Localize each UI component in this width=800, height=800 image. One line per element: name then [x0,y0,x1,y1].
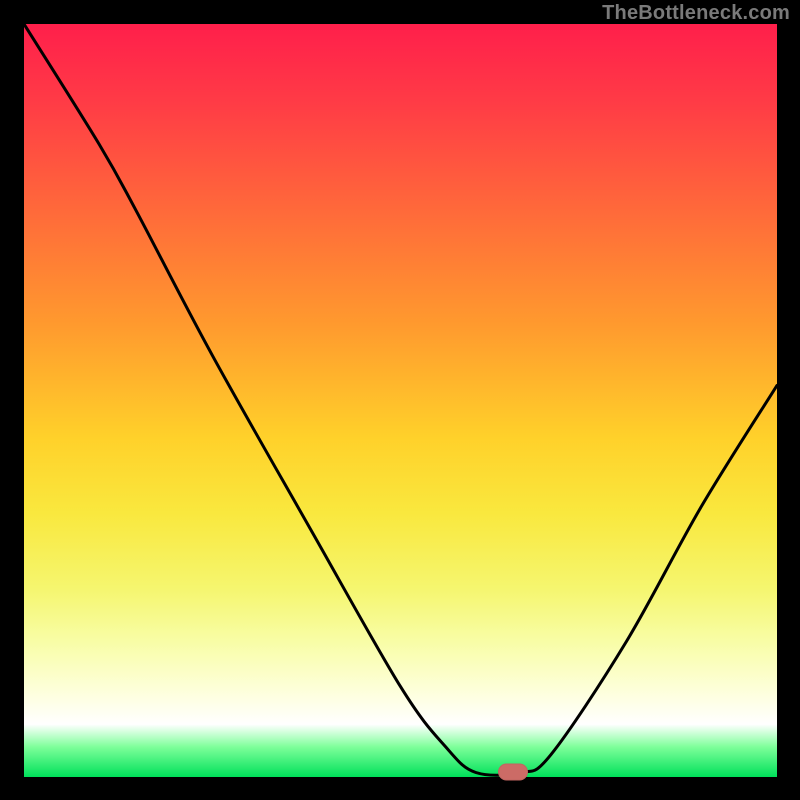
bottleneck-curve [24,24,777,777]
plot-area [24,24,777,777]
watermark-label: TheBottleneck.com [602,2,790,25]
optimal-marker [498,764,528,781]
chart-frame: TheBottleneck.com [0,0,800,800]
curve-path [24,24,777,775]
